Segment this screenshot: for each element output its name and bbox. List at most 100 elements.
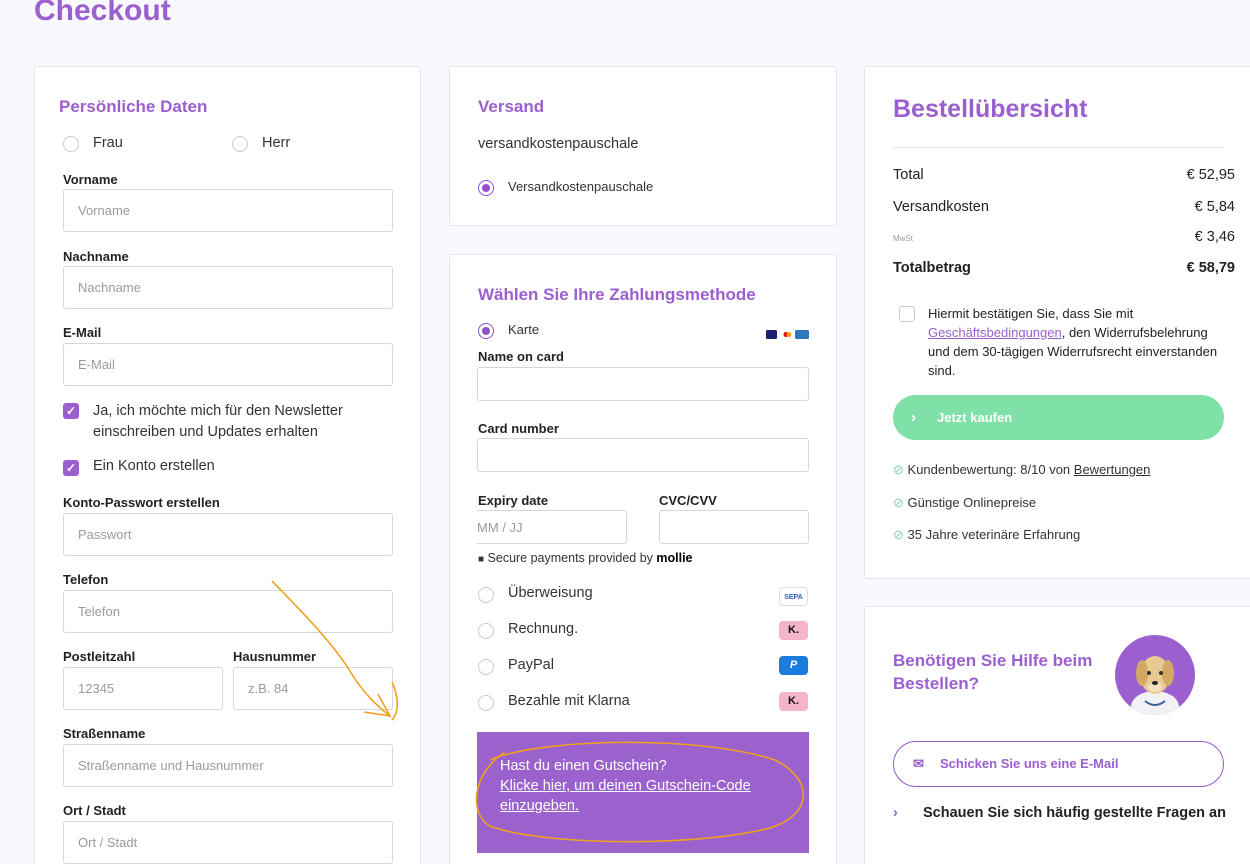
password-label: Konto-Passwort erstellen — [63, 495, 220, 510]
email-us-button[interactable]: ✉ Schicken Sie uns eine E-Mail — [893, 741, 1224, 787]
shipping-card: Versand versandkostenpauschale Versandko… — [449, 66, 837, 226]
city-input[interactable] — [63, 821, 393, 864]
zip-label: Postleitzahl — [63, 649, 136, 664]
trust-rating-text: Kundenbewertung: 8/10 von — [907, 462, 1074, 477]
email-label: E-Mail — [63, 325, 102, 340]
shipping-subtitle: versandkostenpauschale — [478, 136, 639, 152]
house-number-input[interactable] — [233, 667, 393, 710]
terms-pre: Hiermit bestätigen Sie, dass Sie mit — [928, 306, 1134, 321]
payment-card: Wählen Sie Ihre Zahlungsmethode Karte Na… — [449, 254, 837, 864]
terms-text: Hiermit bestätigen Sie, dass Sie mit Ges… — [928, 304, 1218, 380]
lock-icon: ■ — [478, 554, 485, 565]
last-name-label: Nachname — [63, 249, 129, 264]
name-on-card-input[interactable] — [477, 367, 809, 401]
buy-now-label: Jetzt kaufen — [937, 410, 1013, 425]
order-summary-title: Bestellübersicht — [893, 95, 1088, 123]
summary-row-shipping: Versandkosten € 5,84 — [893, 199, 1249, 215]
summary-grand-total-value: € 58,79 — [1186, 260, 1235, 276]
faq-label: Schauen Sie sich häufig gestellte Fragen… — [923, 805, 1226, 821]
voucher-question: Hast du einen Gutschein? — [500, 758, 667, 774]
newsletter-checkbox[interactable]: ✓ — [63, 403, 79, 419]
faq-link[interactable]: › Schauen Sie sich häufig gestellte Frag… — [893, 803, 1233, 824]
cvc-input[interactable] — [659, 510, 809, 544]
check-circle-icon: ⊘ — [893, 527, 904, 542]
check-circle-icon: ⊘ — [893, 462, 904, 477]
vet-dog-avatar — [1115, 635, 1195, 715]
last-name-input[interactable] — [63, 266, 393, 309]
envelope-icon: ✉ — [913, 756, 924, 771]
payment-invoice-label: Rechnung. — [508, 621, 579, 637]
email-us-label: Schicken Sie uns eine E-Mail — [940, 756, 1119, 771]
summary-row-grand-total: Totalbetrag € 58,79 — [893, 260, 1249, 276]
terms-checkbox[interactable] — [899, 306, 915, 322]
shipping-option-label: Versandkostenpauschale — [508, 179, 654, 194]
payment-card-radio[interactable] — [478, 323, 494, 339]
klarna-icon: K. — [779, 621, 808, 640]
summary-grand-total-label: Totalbetrag — [893, 260, 971, 276]
payment-paypal-label: PayPal — [508, 657, 554, 673]
shipping-option-radio[interactable] — [478, 180, 494, 196]
summary-row-total: Total € 52,95 — [893, 167, 1249, 183]
payment-klarna-label: Bezahle mit Klarna — [508, 693, 630, 709]
create-account-label: Ein Konto erstellen — [93, 458, 215, 474]
secure-payments-text: Secure payments provided by — [487, 551, 653, 565]
salutation-herr-radio[interactable] — [232, 136, 248, 152]
payment-card-label: Karte — [508, 322, 540, 337]
buy-now-button[interactable]: › Jetzt kaufen — [893, 395, 1224, 440]
terms-link[interactable]: Geschäftsbedingungen — [928, 325, 1062, 340]
chevron-right-icon: › — [911, 409, 916, 426]
trust-item: ⊘ 35 Jahre veterinäre Erfahrung — [893, 527, 1080, 543]
shipping-title: Versand — [478, 97, 545, 116]
secure-payments-note: ■ Secure payments provided by mollie — [478, 551, 693, 565]
expiry-input[interactable] — [477, 510, 627, 544]
summary-shipping-value: € 5,84 — [1194, 199, 1235, 215]
check-circle-icon: ⊘ — [893, 495, 904, 510]
email-input[interactable] — [63, 343, 393, 386]
trust-item: ⊘ Günstige Onlinepreise — [893, 495, 1036, 511]
payment-klarna-radio[interactable] — [478, 695, 494, 711]
trust-experience-text: 35 Jahre veterinäre Erfahrung — [907, 527, 1081, 542]
mollie-logo: mollie — [656, 551, 693, 565]
sepa-icon: SEPA — [779, 587, 808, 606]
voucher-box: Hast du einen Gutschein? Klicke hier, um… — [477, 732, 809, 853]
voucher-link[interactable]: Klicke hier, um deinen Gutschein-Code ei… — [500, 776, 786, 816]
phone-input[interactable] — [63, 590, 393, 633]
trust-item: ⊘ Kundenbewertung: 8/10 von Bewertungen — [893, 462, 1150, 478]
payment-transfer-radio[interactable] — [478, 587, 494, 603]
card-number-label: Card number — [478, 421, 559, 436]
phone-label: Telefon — [63, 572, 109, 587]
card-number-input[interactable] — [477, 438, 809, 472]
personal-data-card: Persönliche Daten Frau Herr Vorname Nach… — [34, 66, 421, 864]
salutation-frau-label: Frau — [93, 135, 123, 151]
help-title: Benötigen Sie Hilfe beim Bestellen? — [893, 651, 1093, 693]
reviews-link[interactable]: Bewertungen — [1074, 462, 1151, 477]
first-name-label: Vorname — [63, 172, 118, 187]
cvc-label: CVC/CVV — [659, 493, 717, 508]
personal-data-title: Persönliche Daten — [59, 97, 208, 116]
payment-invoice-radio[interactable] — [478, 623, 494, 639]
klarna-icon: K. — [779, 692, 808, 711]
payment-transfer-label: Überweisung — [508, 585, 593, 601]
page-title: Checkout — [34, 0, 171, 27]
first-name-input[interactable] — [63, 189, 393, 232]
city-label: Ort / Stadt — [63, 803, 126, 818]
create-account-checkbox[interactable]: ✓ — [63, 460, 79, 476]
newsletter-label: Ja, ich möchte mich für den Newsletter e… — [93, 403, 343, 440]
salutation-herr-label: Herr — [262, 135, 291, 151]
expiry-label: Expiry date — [478, 493, 549, 508]
zip-input[interactable] — [63, 667, 223, 710]
paypal-icon: P — [779, 656, 808, 675]
trust-prices-text: Günstige Onlinepreise — [907, 495, 1037, 510]
password-input[interactable] — [63, 513, 393, 556]
summary-shipping-label: Versandkosten — [893, 199, 989, 215]
payment-title: Wählen Sie Ihre Zahlungsmethode — [478, 285, 756, 304]
summary-total-value: € 52,95 — [1186, 167, 1235, 183]
street-input[interactable] — [63, 744, 393, 787]
order-summary-card: Bestellübersicht Total € 52,95 Versandko… — [864, 66, 1250, 579]
name-on-card-label: Name on card — [478, 349, 564, 364]
summary-divider — [893, 147, 1224, 148]
chevron-right-icon: › — [893, 805, 898, 821]
summary-vat-label: MwSt — [893, 234, 913, 243]
payment-paypal-radio[interactable] — [478, 659, 494, 675]
salutation-frau-radio[interactable] — [63, 136, 79, 152]
